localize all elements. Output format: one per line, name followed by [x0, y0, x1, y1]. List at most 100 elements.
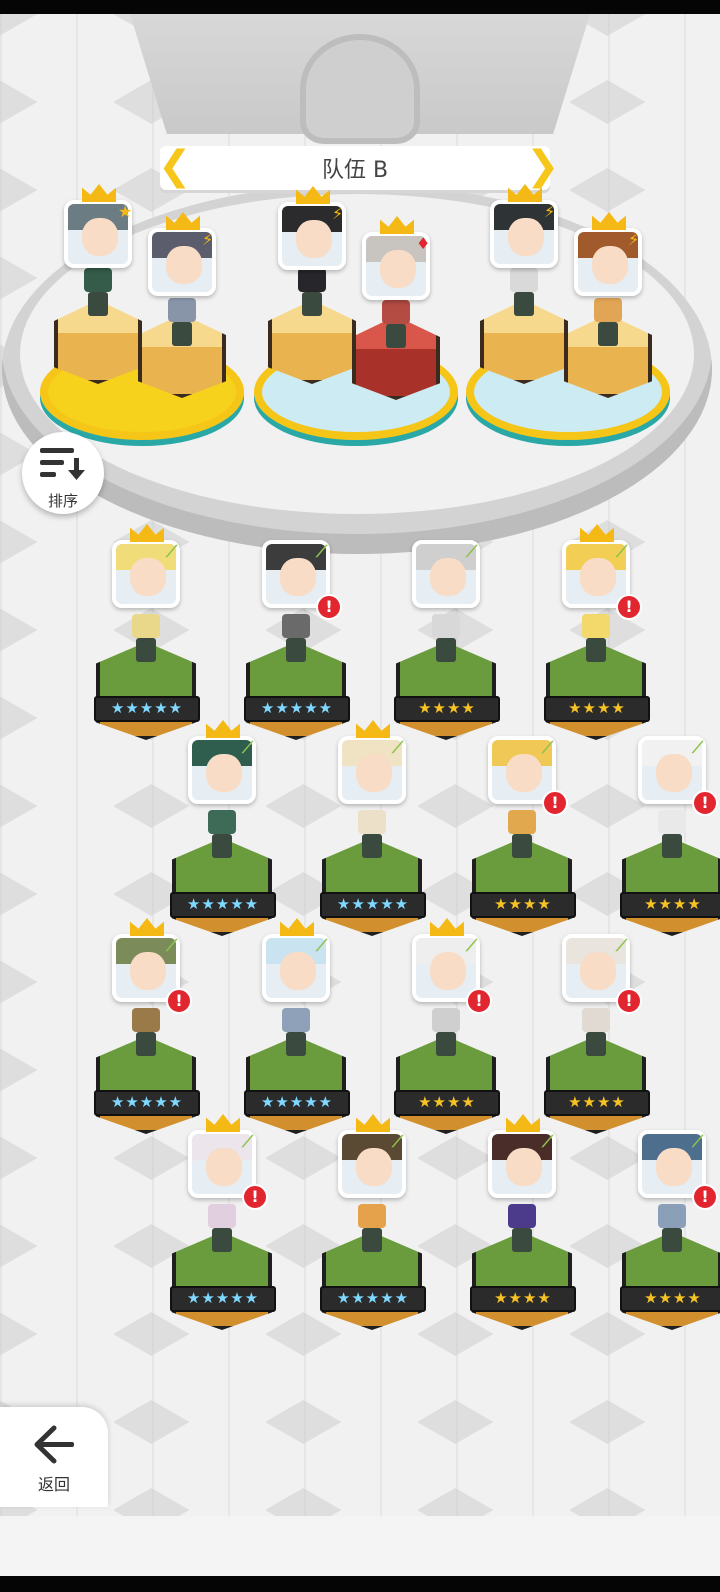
leaf-element-icon: ⟋ — [392, 738, 404, 757]
crown-icon — [592, 212, 626, 230]
sprite-body — [212, 1228, 232, 1252]
sprite-body — [586, 638, 606, 662]
alert-icon: ! — [466, 988, 492, 1014]
crown-icon — [280, 918, 314, 936]
alert-icon: ! — [316, 594, 342, 620]
sprite-body — [512, 834, 532, 858]
star-rating: ★★★★★ — [320, 1286, 426, 1312]
leaf-element-icon: ⟋ — [242, 1132, 254, 1151]
sprite-head — [358, 810, 386, 834]
portrait-face — [430, 952, 466, 990]
portrait-face — [356, 754, 392, 792]
portrait-face — [296, 220, 332, 258]
bottom-band — [0, 1516, 720, 1576]
leaf-element-icon: ⟋ — [166, 542, 178, 561]
sprite-body — [136, 1032, 156, 1056]
leaf-element-icon: ⟋ — [316, 936, 328, 955]
crown-icon — [206, 1114, 240, 1132]
sprite-body — [386, 324, 406, 348]
sprite-body — [514, 292, 534, 316]
star-rating: ★★★★★ — [170, 1286, 276, 1312]
star-rating: ★★★★ — [394, 696, 500, 722]
sprite-head — [658, 810, 686, 834]
portrait-face — [592, 246, 628, 284]
roster-hero-sprite — [126, 614, 166, 666]
element-icon: ⚡ — [544, 202, 556, 221]
sprite-head — [508, 1204, 536, 1228]
leaf-element-icon: ⟋ — [542, 738, 554, 757]
sprite-body — [302, 292, 322, 316]
leaf-element-icon: ⟋ — [616, 542, 628, 561]
roster-hero-sprite — [426, 1008, 466, 1060]
leaf-element-icon: ⟋ — [316, 542, 328, 561]
sprite-head — [432, 1008, 460, 1032]
back-button[interactable]: 返回 — [0, 1407, 108, 1507]
alert-icon: ! — [542, 790, 568, 816]
status-bar — [0, 0, 720, 14]
crown-icon — [130, 524, 164, 542]
leaf-element-icon: ⟋ — [166, 936, 178, 955]
sprite-body — [88, 292, 108, 316]
roster-hero-sprite — [652, 1204, 692, 1256]
alert-icon: ! — [692, 1184, 718, 1210]
sprite-head — [298, 268, 326, 292]
portrait-face — [166, 246, 202, 284]
team-title: 队伍 B — [321, 158, 389, 183]
portrait-face — [656, 754, 692, 792]
portrait-face — [656, 1148, 692, 1186]
chevron-right-icon[interactable]: ❯ — [526, 146, 560, 190]
portrait-face — [206, 754, 242, 792]
star-rating: ★★★★ — [544, 1090, 650, 1116]
crown-icon — [206, 720, 240, 738]
star-rating: ★★★★ — [394, 1090, 500, 1116]
portrait-face — [130, 952, 166, 990]
element-icon: ⚡ — [628, 230, 640, 249]
leaf-element-icon: ⟋ — [542, 1132, 554, 1151]
sprite-head — [382, 300, 410, 324]
sprite-head — [282, 1008, 310, 1032]
portrait-face — [356, 1148, 392, 1186]
roster-hero-sprite — [276, 614, 316, 666]
roster-hero-sprite — [352, 810, 392, 862]
roster-hero-sprite — [202, 810, 242, 862]
leaf-element-icon: ⟋ — [692, 738, 704, 757]
sort-button[interactable]: 排序 — [22, 432, 104, 514]
sprite-body — [662, 834, 682, 858]
game-stage: ❮ 队伍 B ❯ ★ ⚡ ⚡ ♦ ⚡ ⚡ ⟋ ★★★★★ ⟋! ★★★★★ ⟋ ★★★★ ⟋! ★★★★… — [0, 14, 720, 1516]
team-hero-sprite — [504, 268, 544, 320]
portrait-face — [280, 558, 316, 596]
leaf-element-icon: ⟋ — [392, 1132, 404, 1151]
roster-hero-sprite — [652, 810, 692, 862]
back-label: 返回 — [37, 1475, 70, 1494]
leaf-element-icon: ⟋ — [466, 542, 478, 561]
sprite-head — [358, 1204, 386, 1228]
sprite-head — [508, 810, 536, 834]
team-hero-sprite — [78, 268, 118, 320]
sprite-body — [362, 834, 382, 858]
portrait-face — [508, 218, 544, 256]
sprite-head — [208, 810, 236, 834]
element-icon: ★ — [118, 202, 133, 221]
star-rating: ★★★★★ — [170, 892, 276, 918]
crown-icon — [82, 184, 116, 202]
portrait-face — [206, 1148, 242, 1186]
roster-hero-sprite — [126, 1008, 166, 1060]
sprite-head — [84, 268, 112, 292]
sprite-head — [208, 1204, 236, 1228]
team-title-banner[interactable]: ❮ 队伍 B ❯ — [158, 146, 560, 190]
chevron-left-icon[interactable]: ❮ — [158, 146, 192, 190]
team-hero-sprite — [588, 298, 628, 350]
star-rating: ★★★★ — [620, 892, 720, 918]
roster-hero-sprite — [352, 1204, 392, 1256]
sprite-body — [436, 1032, 456, 1056]
roster-hero-sprite — [576, 614, 616, 666]
alert-icon: ! — [166, 988, 192, 1014]
portrait-face — [506, 754, 542, 792]
sprite-head — [510, 268, 538, 292]
sprite-body — [136, 638, 156, 662]
sprite-head — [132, 1008, 160, 1032]
leaf-element-icon: ⟋ — [692, 1132, 704, 1151]
element-icon: ⚡ — [332, 204, 344, 223]
star-rating: ★★★★★ — [320, 892, 426, 918]
leaf-element-icon: ⟋ — [242, 738, 254, 757]
